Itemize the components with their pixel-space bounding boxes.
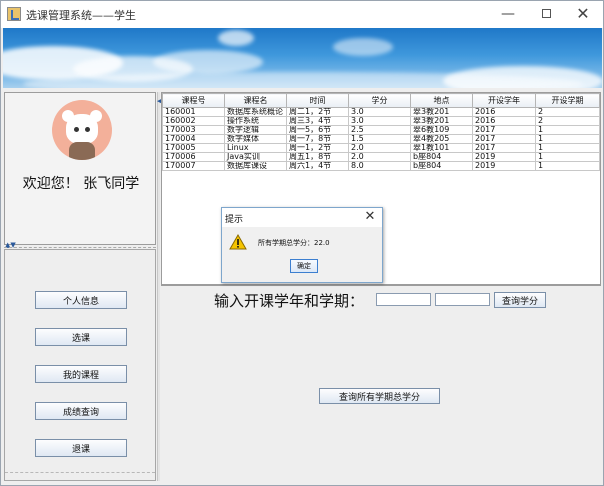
table-cell[interactable]: 周一7，8节	[286, 134, 349, 144]
table-cell[interactable]: b座804	[410, 152, 473, 162]
table-header-row: 课程号 课程名 时间 学分 地点 开设学年 开设学期	[162, 93, 600, 108]
column-header[interactable]: 课程名	[224, 93, 287, 108]
table-cell[interactable]: 170006	[162, 152, 225, 162]
dialog-title-bar: 提示 ✕	[222, 208, 382, 227]
table-cell[interactable]: 2016	[472, 116, 536, 126]
column-header[interactable]: 时间	[286, 93, 349, 108]
column-header[interactable]: 开设学年	[472, 93, 536, 108]
table-row[interactable]: 170007 数据库课设 周六1，4节 8.0 b座804 2019 1	[162, 161, 600, 171]
table-row[interactable]: 170003 数字逻辑 周一5，6节 2.5 翠6教109 2017 1	[162, 125, 600, 135]
select-course-button[interactable]: 选课	[35, 328, 127, 346]
table-cell[interactable]: 数据库课设	[224, 161, 287, 171]
app-icon	[7, 7, 21, 21]
dialog-title: 提示	[225, 215, 244, 225]
query-total-credits-button[interactable]: 查询所有学期总学分	[319, 388, 440, 404]
table-cell[interactable]: 170004	[162, 134, 225, 144]
table-cell[interactable]: 周一5，6节	[286, 125, 349, 135]
table-cell[interactable]: 翠3教201	[410, 107, 473, 117]
year-input[interactable]	[376, 293, 431, 306]
maximize-icon[interactable]	[532, 4, 560, 24]
main-window: 选课管理系统——学生 — ✕ 欢迎您！ 张飞同学 ▲▼ 个人信息 选课 我的课程…	[0, 0, 604, 486]
sky-banner	[3, 28, 602, 88]
table-cell[interactable]: 2016	[472, 107, 536, 117]
table-cell[interactable]: 170005	[162, 143, 225, 153]
table-cell[interactable]: Java实训	[224, 152, 287, 162]
drop-course-button[interactable]: 退课	[35, 439, 127, 457]
info-dialog: 提示 ✕ 所有学期总学分：22.0 确定	[221, 207, 383, 283]
table-row[interactable]: 160002 操作系统 周三3，4节 3.0 翠3教201 2016 2	[162, 116, 600, 126]
query-credits-button[interactable]: 查询学分	[494, 292, 546, 308]
table-cell[interactable]: 1.5	[348, 134, 411, 144]
dialog-message: 所有学期总学分：22.0	[258, 239, 330, 247]
table-cell[interactable]: 3.0	[348, 107, 411, 117]
table-cell[interactable]: 翠6教109	[410, 125, 473, 135]
avatar	[52, 100, 112, 160]
table-cell[interactable]: 2	[535, 116, 600, 126]
table-cell[interactable]: 周六1，4节	[286, 161, 349, 171]
table-cell[interactable]: 2017	[472, 143, 536, 153]
table-cell[interactable]: 1	[535, 134, 600, 144]
table-cell[interactable]: 2017	[472, 125, 536, 135]
query-label: 输入开课学年和学期：	[214, 292, 365, 310]
column-header[interactable]: 开设学期	[535, 93, 600, 108]
personal-info-button[interactable]: 个人信息	[35, 291, 127, 309]
table-cell[interactable]: 数字逻辑	[224, 125, 287, 135]
table-divider	[161, 285, 601, 286]
table-cell[interactable]: 周三3，4节	[286, 116, 349, 126]
table-cell[interactable]: 2.5	[348, 125, 411, 135]
table-row[interactable]: 170004 数字媒体 周一7，8节 1.5 翠4教205 2017 1	[162, 134, 600, 144]
close-icon[interactable]: ✕	[569, 4, 597, 24]
table-cell[interactable]: 160002	[162, 116, 225, 126]
table-cell[interactable]: 170007	[162, 161, 225, 171]
table-cell[interactable]: 翠1教101	[410, 143, 473, 153]
table-cell[interactable]: 周五1，8节	[286, 152, 349, 162]
table-cell[interactable]: b座804	[410, 161, 473, 171]
table-row[interactable]: 160001 数据库系统概论 周二1，2节 3.0 翠3教201 2016 2	[162, 107, 600, 117]
column-header[interactable]: 地点	[410, 93, 473, 108]
table-row[interactable]: 170005 Linux 周一1，2节 2.0 翠1教101 2017 1	[162, 143, 600, 153]
warning-icon	[229, 234, 247, 250]
table-cell[interactable]: 2	[535, 107, 600, 117]
table-cell[interactable]: 170003	[162, 125, 225, 135]
column-header[interactable]: 学分	[348, 93, 411, 108]
table-cell[interactable]: 数字媒体	[224, 134, 287, 144]
ok-button[interactable]: 确定	[290, 259, 318, 273]
column-header[interactable]: 课程号	[162, 93, 225, 108]
table-cell[interactable]: 翠3教201	[410, 116, 473, 126]
table-cell[interactable]: 3.0	[348, 116, 411, 126]
welcome-text: 欢迎您！ 张飞同学	[22, 176, 140, 192]
window-title: 选课管理系统——学生	[26, 9, 136, 22]
minimize-icon[interactable]: —	[494, 4, 522, 24]
table-cell[interactable]: 操作系统	[224, 116, 287, 126]
table-cell[interactable]: 2.0	[348, 152, 411, 162]
table-cell[interactable]: 数据库系统概论	[224, 107, 287, 117]
table-cell[interactable]: 周二1，2节	[286, 107, 349, 117]
nav-panel: 个人信息 选课 我的课程 成绩查询 退课	[4, 249, 156, 481]
table-cell[interactable]: 2017	[472, 134, 536, 144]
panel-divider[interactable]	[157, 92, 160, 481]
profile-panel: 欢迎您！ 张飞同学	[4, 92, 156, 245]
grade-query-button[interactable]: 成绩查询	[35, 402, 127, 420]
table-cell[interactable]: 160001	[162, 107, 225, 117]
table-cell[interactable]: 2019	[472, 152, 536, 162]
my-courses-button[interactable]: 我的课程	[35, 365, 127, 383]
table-cell[interactable]: 周一1，2节	[286, 143, 349, 153]
term-input[interactable]	[435, 293, 490, 306]
table-row[interactable]: 170006 Java实训 周五1，8节 2.0 b座804 2019 1	[162, 152, 600, 162]
table-cell[interactable]: 1	[535, 143, 600, 153]
table-cell[interactable]: 2019	[472, 161, 536, 171]
title-bar: 选课管理系统——学生 — ✕	[1, 1, 603, 28]
table-cell[interactable]: 翠4教205	[410, 134, 473, 144]
table-cell[interactable]: 8.0	[348, 161, 411, 171]
close-icon[interactable]: ✕	[362, 209, 378, 225]
table-cell[interactable]: 2.0	[348, 143, 411, 153]
table-cell[interactable]: 1	[535, 125, 600, 135]
table-cell[interactable]: 1	[535, 152, 600, 162]
table-cell[interactable]: 1	[535, 161, 600, 171]
table-cell[interactable]: Linux	[224, 143, 287, 153]
